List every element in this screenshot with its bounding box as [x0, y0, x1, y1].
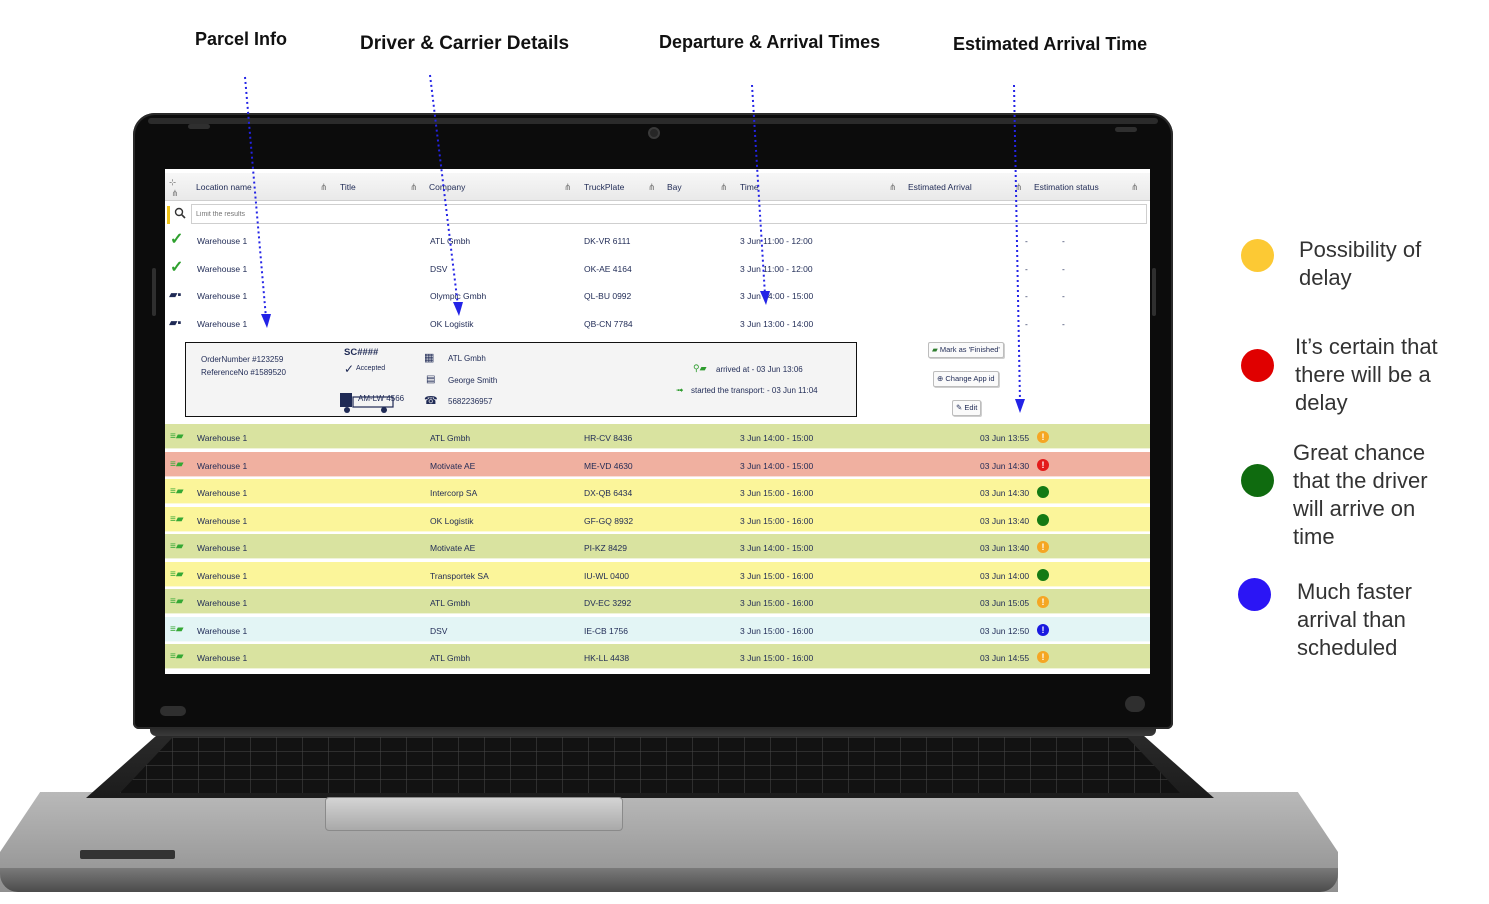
legend-text-delay-possible: Possibility of delay — [1299, 237, 1422, 290]
arrowhead — [453, 302, 463, 316]
legend-dot-green — [1241, 464, 1274, 497]
arrow-parcel-info — [244, 76, 267, 319]
legend-dot-blue — [1238, 578, 1271, 611]
legend-text-delay-certain: It’s certain that there will be a delay — [1295, 334, 1438, 415]
legend-text-on-time: Great chance that the driver will arrive… — [1293, 440, 1428, 549]
arrow-departure-arrival — [751, 84, 766, 296]
stage: Parcel Info Driver & Carrier Details Dep… — [0, 0, 1489, 904]
arrow-driver-carrier — [429, 74, 459, 307]
arrowhead — [261, 314, 271, 328]
legend-text-faster: Much faster arrival than scheduled — [1297, 579, 1412, 660]
arrowhead — [1015, 399, 1025, 413]
legend-dot-yellow — [1241, 239, 1274, 272]
arrow-estimated-arrival — [1013, 84, 1021, 403]
legend-dot-red — [1241, 349, 1274, 382]
annotation-arrows — [244, 74, 1025, 413]
arrowhead — [760, 291, 770, 305]
